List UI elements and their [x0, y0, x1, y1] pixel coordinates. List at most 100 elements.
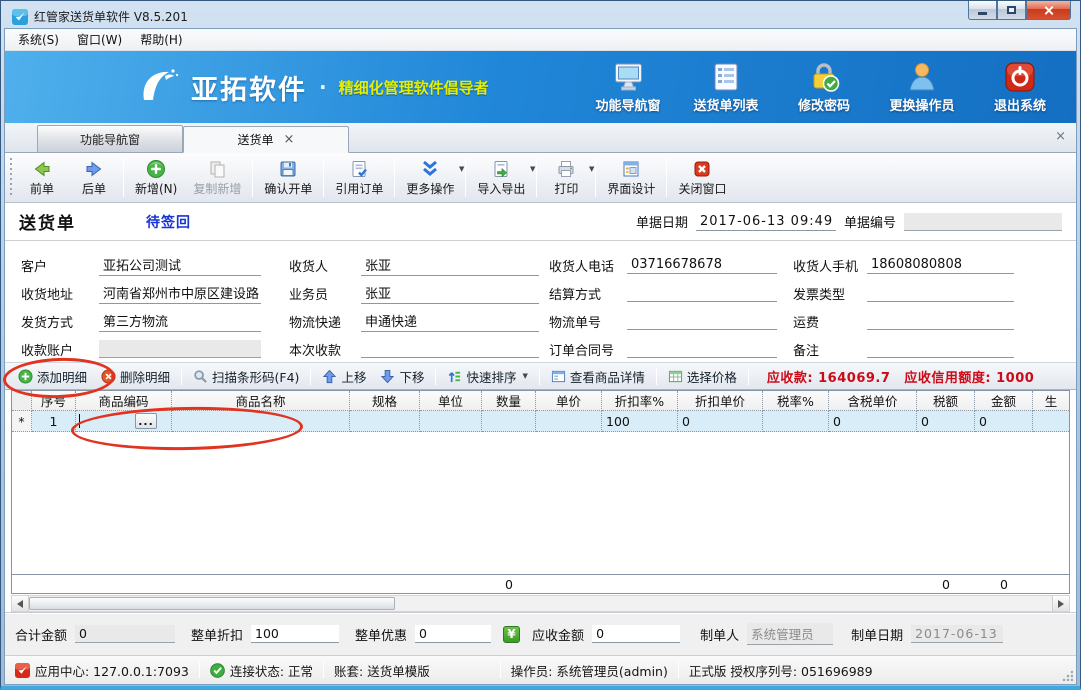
freight-field[interactable]: [867, 312, 1014, 330]
price-cell[interactable]: [536, 411, 602, 432]
col-product-name[interactable]: 商品名称: [172, 391, 350, 411]
more-actions-button[interactable]: 更多操作 ▼: [398, 157, 462, 198]
copy-new-button[interactable]: 复制新增: [185, 157, 249, 198]
scan-barcode-button[interactable]: 扫描条形码(F4): [186, 365, 306, 388]
totals-footer: 合计金额 0 整单折扣 100 整单优惠 0 ¥ 应收金额 0 制单人 系统管理…: [5, 612, 1076, 655]
ui-design-button[interactable]: 界面设计: [599, 157, 663, 198]
logistics-field[interactable]: 申通快递: [361, 310, 539, 332]
tab-close-icon[interactable]: ×: [284, 133, 295, 146]
tax-rate-cell[interactable]: [763, 411, 829, 432]
col-qty[interactable]: 数量: [482, 391, 536, 411]
confirm-open-button[interactable]: 确认开单: [256, 157, 320, 198]
invoice-type-field[interactable]: [867, 284, 1014, 302]
col-discount-rate[interactable]: 折扣率%: [602, 391, 678, 411]
delivery-list-button[interactable]: 送货单列表: [684, 61, 768, 114]
scrollbar-thumb[interactable]: [29, 597, 395, 610]
close-window-button[interactable]: 关闭窗口: [670, 157, 734, 198]
dropdown-icon[interactable]: ▼: [530, 165, 535, 173]
print-button[interactable]: 打印 ▼: [540, 157, 592, 198]
dropdown-icon[interactable]: ▼: [589, 165, 594, 173]
close-button[interactable]: [1026, 1, 1071, 20]
col-truncated[interactable]: 生: [1033, 391, 1069, 411]
col-tax-incl-price[interactable]: 含税单价: [829, 391, 917, 411]
amount-cell[interactable]: 0: [975, 411, 1033, 432]
doc-discount-field[interactable]: 100: [251, 625, 339, 643]
col-spec[interactable]: 规格: [350, 391, 420, 411]
product-name-cell[interactable]: [172, 411, 350, 432]
receiver-field[interactable]: 张亚: [361, 254, 539, 276]
lookup-ellipsis-button[interactable]: ...: [135, 413, 157, 429]
payment-field[interactable]: [361, 340, 539, 358]
scroll-right-button[interactable]: [1052, 596, 1069, 611]
doc-number-field[interactable]: [904, 213, 1062, 231]
account-field[interactable]: [99, 340, 261, 358]
col-unit[interactable]: 单位: [420, 391, 482, 411]
minimize-button[interactable]: [968, 1, 997, 20]
col-price[interactable]: 单价: [536, 391, 602, 411]
address-field[interactable]: 河南省郑州市中原区建设路: [99, 282, 261, 304]
change-password-button[interactable]: 修改密码: [782, 61, 866, 114]
discount-price-cell[interactable]: 0: [678, 411, 763, 432]
move-up-button[interactable]: 上移: [315, 365, 373, 388]
add-detail-button[interactable]: 添加明细: [11, 365, 94, 388]
delete-detail-button[interactable]: 删除明细: [94, 365, 177, 388]
col-amount[interactable]: 金额: [975, 391, 1033, 411]
menu-window[interactable]: 窗口(W): [68, 29, 131, 50]
col-tax[interactable]: 税额: [917, 391, 975, 411]
horizontal-scrollbar[interactable]: [11, 595, 1070, 612]
tracking-no-field[interactable]: [627, 312, 777, 330]
tab-delivery-note[interactable]: 送货单 ×: [183, 126, 349, 153]
switch-operator-button[interactable]: 更换操作员: [880, 61, 964, 114]
account-set-status: 账套: 送货单模版: [334, 661, 430, 680]
prev-doc-button[interactable]: 前单: [16, 157, 68, 198]
contract-no-field[interactable]: [627, 340, 777, 358]
spec-cell[interactable]: [350, 411, 420, 432]
col-discount-price[interactable]: 折扣单价: [678, 391, 763, 411]
col-tax-rate[interactable]: 税率%: [763, 391, 829, 411]
settlement-field[interactable]: [627, 284, 777, 302]
dropdown-icon[interactable]: ▼: [522, 372, 527, 380]
customer-field[interactable]: 亚拓公司测试: [99, 254, 261, 276]
ship-method-field[interactable]: 第三方物流: [99, 310, 261, 332]
quick-sort-button[interactable]: 快速排序 ▼: [440, 365, 534, 388]
doc-date-field[interactable]: 2017-06-13 09:49: [696, 213, 836, 231]
select-price-button[interactable]: 选择价格: [661, 365, 744, 388]
receivable-field[interactable]: 0: [592, 625, 680, 643]
salesman-field[interactable]: 张亚: [361, 282, 539, 304]
view-product-button[interactable]: 查看商品详情: [544, 365, 652, 388]
col-seq[interactable]: 序号: [32, 391, 76, 411]
yen-icon[interactable]: ¥: [503, 626, 520, 643]
discount-rate-cell[interactable]: 100: [602, 411, 678, 432]
pane-close-icon[interactable]: ×: [1055, 129, 1066, 144]
total-amount-field[interactable]: 0: [75, 625, 175, 643]
scroll-left-button[interactable]: [12, 596, 29, 611]
product-code-cell[interactable]: ...: [76, 411, 172, 432]
menu-help[interactable]: 帮助(H): [131, 29, 191, 50]
receiver-phone-field[interactable]: 03716678678: [627, 256, 777, 274]
tax-incl-price-cell[interactable]: 0: [829, 411, 917, 432]
tax-cell[interactable]: 0: [917, 411, 975, 432]
new-button[interactable]: 新增(N): [127, 157, 185, 198]
next-doc-button[interactable]: 后单: [68, 157, 120, 198]
menu-system[interactable]: 系统(S): [9, 29, 68, 50]
grid-empty-area[interactable]: [12, 432, 1069, 574]
import-export-button[interactable]: 导入导出 ▼: [469, 157, 533, 198]
tab-nav-pane[interactable]: 功能导航窗: [37, 125, 183, 152]
resize-grip-icon[interactable]: [1062, 670, 1073, 681]
unit-cell[interactable]: [420, 411, 482, 432]
remark-field[interactable]: [867, 340, 1014, 358]
toolbar-grip[interactable]: [7, 158, 14, 198]
nav-pane-button[interactable]: 功能导航窗: [586, 61, 670, 114]
qty-cell[interactable]: [482, 411, 536, 432]
quote-order-button[interactable]: 引用订单: [327, 157, 391, 198]
col-product-code[interactable]: 商品编码: [76, 391, 172, 411]
doc-promo-field[interactable]: 0: [415, 625, 491, 643]
receiver-mobile-field[interactable]: 18608080808: [867, 256, 1014, 274]
seq-cell[interactable]: 1: [32, 411, 76, 432]
dropdown-icon[interactable]: ▼: [459, 165, 464, 173]
exit-system-button[interactable]: 退出系统: [978, 61, 1062, 114]
move-down-button[interactable]: 下移: [373, 365, 431, 388]
truncated-cell[interactable]: [1033, 411, 1069, 432]
maximize-button[interactable]: [997, 1, 1026, 20]
document-area: 送货单 待签回 单据日期 2017-06-13 09:49 单据编号 客户 亚拓…: [5, 203, 1076, 655]
